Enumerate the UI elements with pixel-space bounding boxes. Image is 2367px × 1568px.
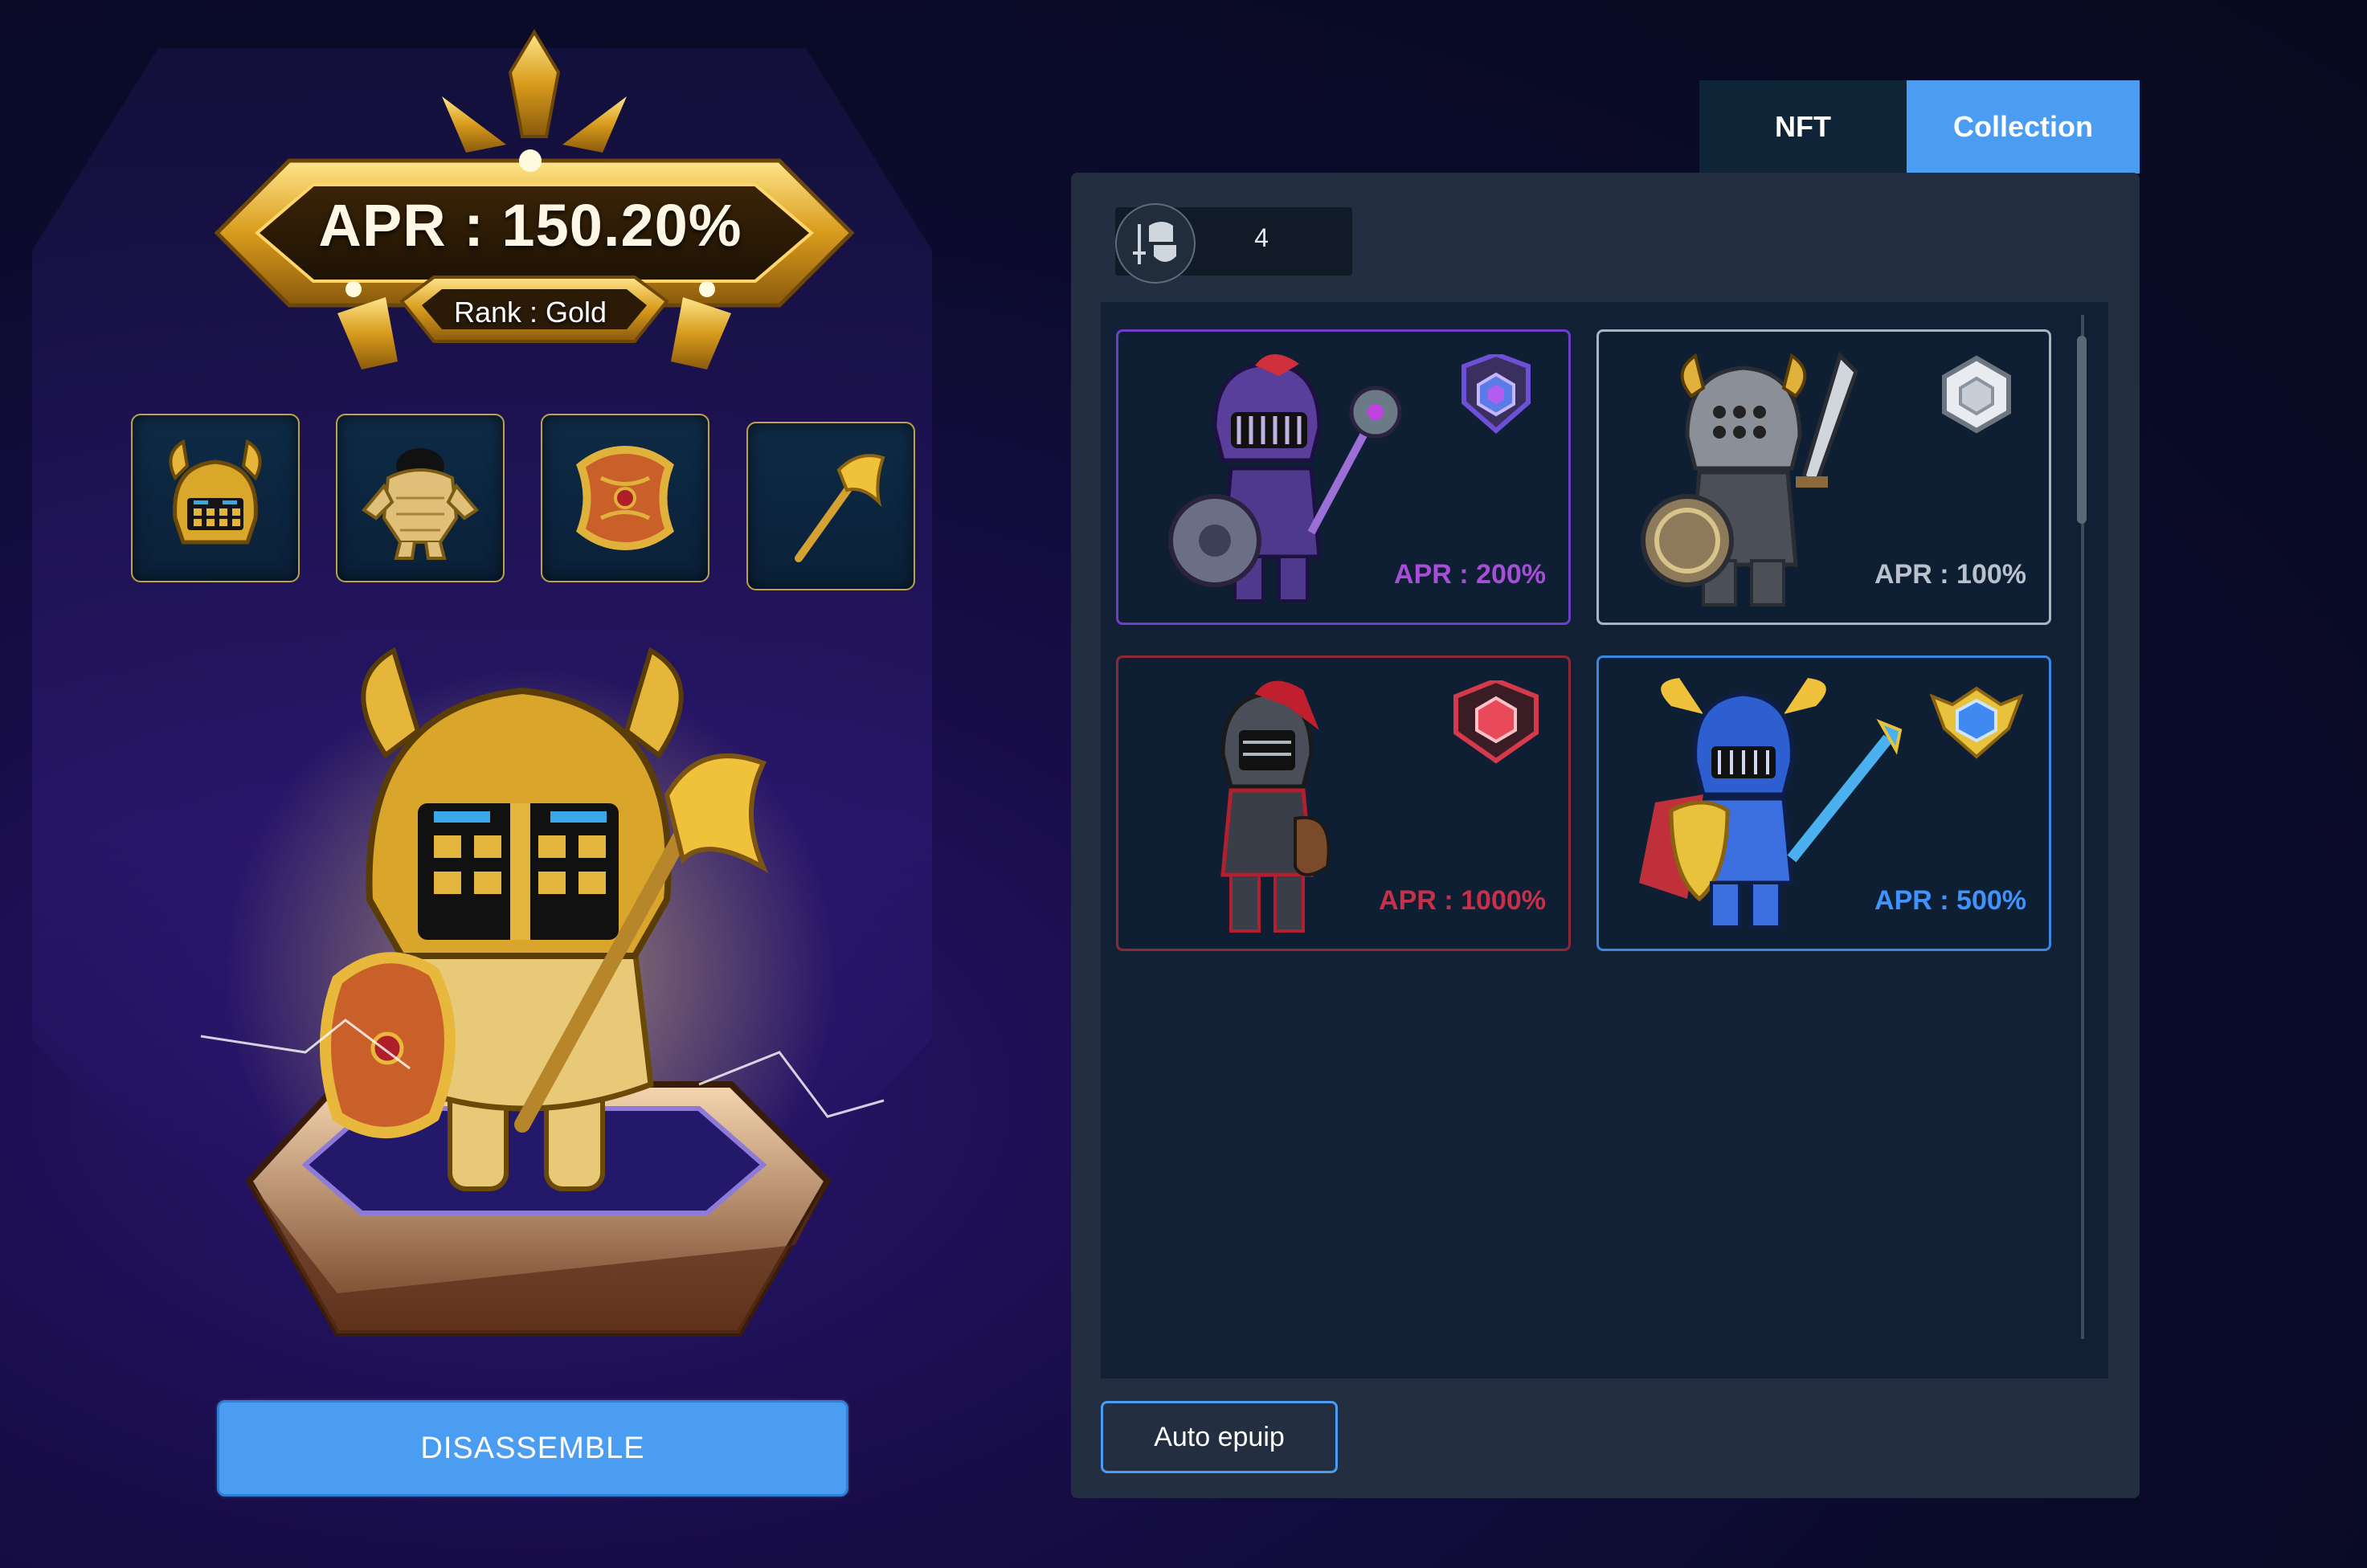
grey-knight-art [1641,352,1858,606]
armor-icon [362,448,479,560]
nft-card-red-knight[interactable]: APR : 1000% [1116,655,1571,951]
hero-apr-value: APR : 150.20% [318,192,742,259]
rank-badge-icon [1453,680,1539,764]
card-apr-value: APR : 1000% [1379,885,1546,916]
purple-knight-art [1168,353,1402,602]
hero-knight-illustration [200,647,885,1337]
equipment-slot-armor[interactable] [336,414,505,582]
view-tabs: NFT Collection [1699,80,2140,174]
nft-card-purple-knight[interactable]: APR : 200% [1116,329,1571,625]
equipment-slot-shield[interactable] [541,414,709,582]
disassemble-button[interactable]: DISASSEMBLE [217,1400,848,1497]
card-apr-value: APR : 100% [1874,559,2026,590]
equipment-slot-weapon[interactable] [746,422,915,590]
auto-equip-button[interactable]: Auto epuip [1101,1401,1338,1473]
rank-badge-icon [1942,355,2011,434]
rank-badge-icon [1461,354,1531,434]
nft-card-blue-knight[interactable]: APR : 500% [1596,655,2051,951]
tab-collection[interactable]: Collection [1907,80,2140,174]
helmet-icon [169,439,262,545]
shield-icon [576,445,674,551]
red-knight-art [1220,680,1331,933]
card-apr-value: APR : 500% [1874,885,2026,916]
rank-badge-icon [1929,686,2024,759]
collection-count: 4 [1254,223,1269,252]
hero-rank-label: Rank : Gold [453,296,607,329]
nft-card-grey-knight[interactable]: APR : 100% [1596,329,2051,625]
card-apr-value: APR : 200% [1394,559,1546,590]
axe-icon [795,454,885,562]
tab-nft[interactable]: NFT [1699,80,1907,174]
equipment-slot-helmet[interactable] [131,414,300,582]
knight-count-icon [1115,203,1196,284]
collection-scrollbar-thumb[interactable] [2077,336,2087,524]
